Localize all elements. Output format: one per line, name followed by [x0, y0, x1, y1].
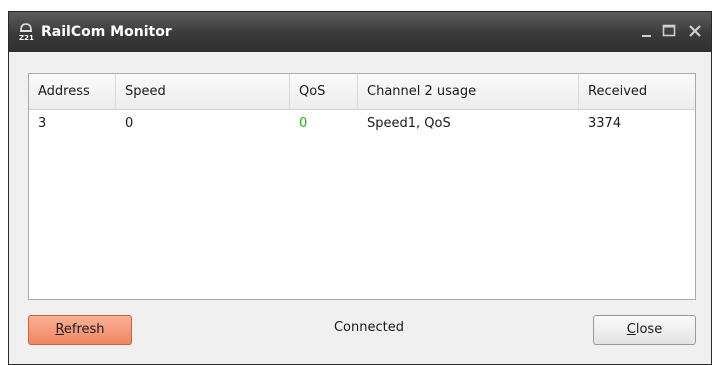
column-header-channel2-usage[interactable]: Channel 2 usage — [358, 74, 579, 109]
railcom-monitor-window: Z21 RailCom Monitor Address Speed QoS Ch… — [8, 11, 712, 365]
svg-text:Z21: Z21 — [19, 34, 34, 41]
refresh-mnemonic: R — [55, 322, 64, 337]
close-mnemonic: C — [626, 322, 636, 337]
maximize-icon[interactable] — [659, 20, 679, 42]
connection-status: Connected — [333, 320, 404, 335]
railcom-table[interactable]: Address Speed QoS Channel 2 usage Receiv… — [28, 73, 696, 300]
close-button[interactable]: Close — [593, 315, 696, 345]
window-title: RailCom Monitor — [41, 24, 172, 40]
refresh-label: efresh — [63, 322, 105, 337]
cell-speed: 0 — [125, 116, 134, 131]
z21-app-icon: Z21 — [18, 23, 34, 42]
column-header-speed[interactable]: Speed — [116, 74, 290, 109]
column-header-qos[interactable]: QoS — [290, 74, 358, 109]
cell-qos: 0 — [299, 116, 308, 131]
close-icon[interactable] — [685, 20, 705, 42]
title-bar[interactable]: Z21 RailCom Monitor — [9, 12, 711, 52]
minimize-icon[interactable] — [637, 20, 657, 42]
cell-address: 3 — [38, 116, 47, 131]
table-header: Address Speed QoS Channel 2 usage Receiv… — [29, 74, 695, 110]
cell-received: 3374 — [588, 116, 622, 131]
column-header-address[interactable]: Address — [29, 74, 116, 109]
column-header-received[interactable]: Received — [579, 74, 697, 109]
refresh-button[interactable]: Refresh — [28, 315, 132, 345]
cell-channel2-usage: Speed1, QoS — [367, 116, 451, 131]
close-label: lose — [635, 322, 663, 337]
